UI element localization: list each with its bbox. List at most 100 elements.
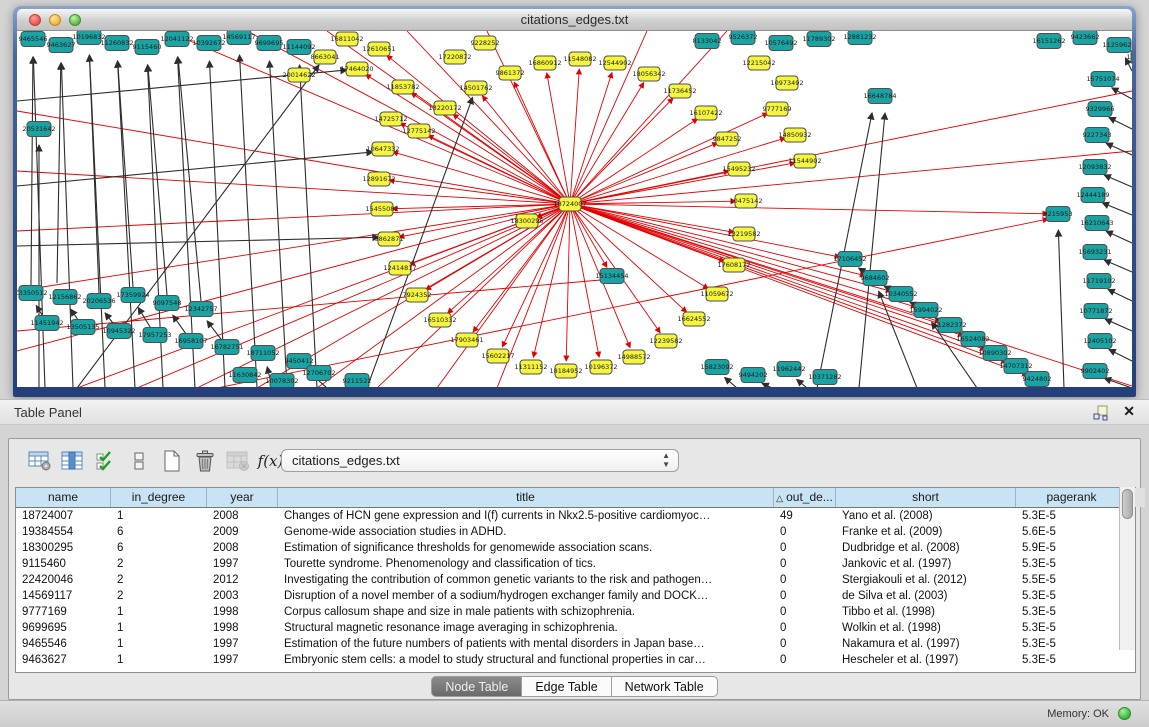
row-height-button[interactable] xyxy=(122,446,155,476)
graph-node[interactable]: 11311152 xyxy=(514,360,547,374)
table-cell-out_degree[interactable]: 0 xyxy=(774,636,836,652)
table-cell-title[interactable]: Changes of HCN gene expression and I(f) … xyxy=(278,508,774,524)
table-cell-short[interactable]: de Silva et al. (2003) xyxy=(836,588,1016,604)
graph-node[interactable]: 16958107 xyxy=(174,334,207,349)
table-cell-out_degree[interactable]: 0 xyxy=(774,620,836,636)
graph-node[interactable]: 11451942 xyxy=(30,316,63,331)
table-cell-name[interactable]: 18300295 xyxy=(16,540,111,556)
graph-node[interactable]: 10576492 xyxy=(764,36,797,51)
tab-edge-table[interactable]: Edge Table xyxy=(522,676,611,697)
graph-node[interactable]: 9463627 xyxy=(47,38,76,53)
graph-node[interactable]: 10392672 xyxy=(192,36,225,51)
graph-node[interactable]: 15751074 xyxy=(1086,72,1119,87)
table-row[interactable]: 946362711997Embryonic stem cells: a mode… xyxy=(16,652,1135,668)
graph-node[interactable]: 12414817 xyxy=(383,261,416,275)
table-cell-pagerank[interactable]: 5.9E-5 xyxy=(1016,540,1128,556)
table-cell-out_degree[interactable]: 0 xyxy=(774,556,836,572)
graph-node[interactable]: 13350512 xyxy=(17,286,48,301)
table-cell-short[interactable]: Dudbridge et al. (2008) xyxy=(836,540,1016,556)
graph-node[interactable]: 10771872 xyxy=(1079,304,1112,319)
graph-node[interactable]: 16624552 xyxy=(677,312,710,326)
graph-node[interactable]: 8663041 xyxy=(311,50,340,64)
graph-node[interactable]: 12610651 xyxy=(362,42,395,56)
graph-node[interactable]: 14501762 xyxy=(459,81,492,95)
graph-node[interactable]: 17464020 xyxy=(340,62,373,76)
graph-node[interactable]: 12342757 xyxy=(184,302,217,317)
graph-node[interactable]: 9862871 xyxy=(375,232,404,246)
table-cell-short[interactable]: Stergiakouli et al. (2012) xyxy=(836,572,1016,588)
graph-node[interactable]: 10078302 xyxy=(265,374,298,388)
table-row[interactable]: 911546021997Tourette syndrome. Phenomeno… xyxy=(16,556,1135,572)
table-cell-name[interactable]: 9699695 xyxy=(16,620,111,636)
table-cell-short[interactable]: Tibbo et al. (1998) xyxy=(836,604,1016,620)
selection-mode-button[interactable] xyxy=(89,446,122,476)
table-cell-out_degree[interactable]: 0 xyxy=(774,604,836,620)
graph-node[interactable]: 14988572 xyxy=(617,350,650,364)
graph-node[interactable]: 8215953 xyxy=(1044,207,1073,222)
graph-node[interactable]: 12215042 xyxy=(742,56,775,70)
graph-node[interactable]: 11719102 xyxy=(1082,274,1115,289)
graph-node[interactable]: 17106452 xyxy=(833,252,866,267)
graph-node[interactable]: 9494202 xyxy=(739,368,768,383)
graph-node[interactable]: 11544902 xyxy=(788,154,821,168)
graph-node[interactable]: 9465546 xyxy=(19,32,48,47)
column-header-out_degree[interactable]: △out_de... xyxy=(774,488,836,507)
table-row[interactable]: 946554611997Estimation of the future num… xyxy=(16,636,1135,652)
delete-column-button[interactable] xyxy=(188,446,221,476)
graph-node[interactable]: 16510332 xyxy=(423,313,456,327)
network-canvas[interactable]: 9465546946362710196832112608329115460120… xyxy=(17,31,1132,387)
graph-node[interactable]: 9228252 xyxy=(471,36,500,50)
graph-node[interactable]: 7924352 xyxy=(403,288,432,302)
graph-node[interactable]: 17359924 xyxy=(116,288,149,303)
graph-node[interactable]: 17903461 xyxy=(450,333,483,347)
graph-node[interactable]: 18184952 xyxy=(549,364,582,378)
graph-node[interactable]: 12156862 xyxy=(48,290,81,305)
graph-node[interactable]: 11259622 xyxy=(1102,38,1132,53)
graph-node[interactable]: 12775142 xyxy=(402,124,435,138)
table-cell-pagerank[interactable]: 5.3E-5 xyxy=(1016,636,1128,652)
table-cell-year[interactable]: 1997 xyxy=(207,652,278,668)
table-cell-pagerank[interactable]: 5.3E-5 xyxy=(1016,508,1128,524)
graph-node[interactable]: 11282372 xyxy=(933,318,966,333)
graph-node[interactable]: 18056342 xyxy=(632,67,665,81)
column-header-short[interactable]: short xyxy=(836,488,1016,507)
graph-node[interactable]: 9699695 xyxy=(255,36,284,51)
graph-node[interactable]: 16860912 xyxy=(528,56,561,70)
table-cell-title[interactable]: Structural magnetic resonance image aver… xyxy=(278,620,774,636)
graph-node[interactable]: 9684602 xyxy=(861,271,890,286)
graph-node[interactable]: 15495232 xyxy=(722,162,755,176)
graph-node[interactable]: 11260832 xyxy=(100,36,133,51)
table-row[interactable]: 1456911722003Disruption of a novel membe… xyxy=(16,588,1135,604)
table-cell-in_degree[interactable]: 6 xyxy=(111,540,207,556)
graph-node[interactable]: 9097548 xyxy=(153,296,182,311)
graph-node[interactable]: 9115460 xyxy=(133,40,162,55)
graph-node[interactable]: 14569117 xyxy=(222,31,255,45)
table-cell-name[interactable]: 19384554 xyxy=(16,524,111,540)
table-cell-title[interactable]: Embryonic stem cells: a model to study s… xyxy=(278,652,774,668)
graph-node[interactable]: 14725712 xyxy=(374,112,407,126)
graph-node[interactable]: 20206536 xyxy=(82,294,115,309)
table-cell-year[interactable]: 1997 xyxy=(207,556,278,572)
table-cell-pagerank[interactable]: 5.3E-5 xyxy=(1016,620,1128,636)
graph-node[interactable]: 16107422 xyxy=(689,106,722,120)
graph-node[interactable]: 11548082 xyxy=(563,52,596,66)
graph-node[interactable]: 18300295 xyxy=(510,214,543,228)
graph-node[interactable]: 9902402 xyxy=(1081,364,1110,379)
graph-node[interactable]: 17220872 xyxy=(438,50,471,64)
graph-node[interactable]: 15602217 xyxy=(481,349,514,363)
graph-node[interactable]: 16210643 xyxy=(1080,216,1113,231)
table-cell-name[interactable]: 14569117 xyxy=(16,588,111,604)
create-column-button[interactable] xyxy=(155,446,188,476)
table-cell-title[interactable]: Tourette syndrome. Phenomenology and cla… xyxy=(278,556,774,572)
table-cell-in_degree[interactable]: 2 xyxy=(111,556,207,572)
table-cell-year[interactable]: 2012 xyxy=(207,572,278,588)
show-columns-button[interactable] xyxy=(56,446,89,476)
graph-node[interactable]: 15823092 xyxy=(700,360,733,375)
table-row[interactable]: 1872400712008Changes of HCN gene express… xyxy=(16,508,1135,524)
graph-node[interactable]: 9526372 xyxy=(729,31,758,45)
table-cell-pagerank[interactable]: 5.3E-5 xyxy=(1016,652,1128,668)
table-cell-year[interactable]: 1997 xyxy=(207,636,278,652)
table-cell-in_degree[interactable]: 1 xyxy=(111,604,207,620)
graph-node[interactable]: 11630842 xyxy=(228,368,261,383)
column-header-name[interactable]: name xyxy=(16,488,111,507)
